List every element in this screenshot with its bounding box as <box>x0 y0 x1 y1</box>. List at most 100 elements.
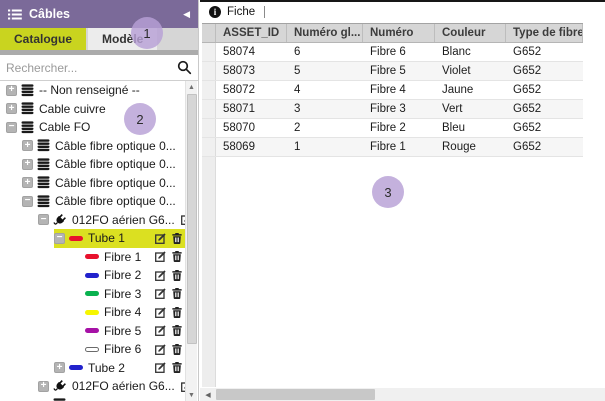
tree-item-012fo-a-rien-g6[interactable]: −012FO aérien G6... <box>38 211 185 230</box>
edit-button[interactable] <box>155 251 166 262</box>
fibre-color-icon <box>85 254 99 259</box>
tree-item-c-ble-fibre-optique-0[interactable]: +Câble fibre optique 0... <box>22 174 185 193</box>
expand-plus-icon[interactable]: + <box>22 140 33 151</box>
expand-plus-icon[interactable]: + <box>38 381 49 392</box>
delete-button[interactable] <box>172 288 182 299</box>
plug-icon-wrap <box>53 379 67 393</box>
table-row-58073[interactable]: 580735Fibre 5VioletG652 <box>202 62 583 81</box>
tree-item-c-ble-fibre-optique-0[interactable]: +Câble fibre optique 0... <box>22 155 185 174</box>
row-actions <box>149 288 182 299</box>
scroll-down-icon[interactable]: ▼ <box>186 389 197 401</box>
tree-item-c-ble-fibre-optique-0[interactable]: +Câble fibre optique 0... <box>22 137 185 156</box>
edit-button[interactable] <box>155 288 166 299</box>
tree-item-tube-2[interactable]: + Tube 2 <box>54 359 185 378</box>
table-cell: G652 <box>506 119 583 137</box>
table-cell: Vert <box>435 100 506 118</box>
table-row-58072[interactable]: 580724Fibre 4JauneG652 <box>202 81 583 100</box>
table-row-58069[interactable]: 580691Fibre 1RougeG652 <box>202 138 583 157</box>
edit-button[interactable] <box>155 344 166 355</box>
tree-scrollbar-thumb[interactable] <box>187 94 197 344</box>
search-icon[interactable] <box>177 60 192 75</box>
expand-plus-icon[interactable]: + <box>6 103 17 114</box>
edit-button[interactable] <box>155 325 166 336</box>
delete-button[interactable] <box>172 344 182 355</box>
column-header-type-de-fibre[interactable]: Type de fibre <box>506 24 583 42</box>
table-cell: 3 <box>287 100 363 118</box>
collapse-panel-icon[interactable]: ◀ <box>183 9 190 20</box>
table-header-row: ASSET_IDNuméro gl...NuméroCouleurType de… <box>202 23 583 43</box>
tree-item-fibre-6[interactable]: Fibre 6 <box>70 340 185 359</box>
column-header-couleur[interactable]: Couleur <box>435 24 506 42</box>
edit-button[interactable] <box>155 270 166 281</box>
table-cell: Rouge <box>435 138 506 156</box>
scroll-left-icon[interactable]: ◀ <box>202 388 214 401</box>
tree-item-tube-1[interactable]: −Tube 1 <box>54 229 185 248</box>
tab-fiche[interactable]: Fiche <box>227 6 255 18</box>
tree-item-label: Cable cuivre <box>39 102 106 116</box>
collapse-minus-icon[interactable]: − <box>54 233 65 244</box>
delete-button[interactable] <box>172 307 182 318</box>
collapse-minus-icon[interactable]: − <box>22 196 33 207</box>
delete-button[interactable] <box>172 325 182 336</box>
row-actions <box>149 362 182 373</box>
table-row-58070[interactable]: 580702Fibre 2BleuG652 <box>202 119 583 138</box>
table-cell: Fibre 1 <box>363 138 435 156</box>
tree-item-fibre-1[interactable]: Fibre 1 <box>70 248 185 267</box>
tree-item-012fo-a-rien-g6[interactable]: +012FO aérien G6... <box>38 377 185 396</box>
trash-icon <box>172 325 182 336</box>
tree-item-cable-cuivre[interactable]: + Cable cuivre <box>6 100 185 119</box>
tree-item-non-renseign[interactable]: +-- Non renseigné -- <box>6 81 185 100</box>
table-h-scrollbar[interactable]: ◀ <box>200 388 605 401</box>
table-cell: 2 <box>287 119 363 137</box>
fibre-color-icon <box>85 291 99 296</box>
expand-plus-icon[interactable]: + <box>22 159 33 170</box>
expand-plus-icon[interactable]: + <box>6 85 17 96</box>
table-h-scrollbar-thumb[interactable] <box>216 389 375 400</box>
tree-item-label: Tube 2 <box>88 361 125 375</box>
tree-item-fibre-2[interactable]: Fibre 2 <box>70 266 185 285</box>
table-row-58071[interactable]: 580713Fibre 3VertG652 <box>202 100 583 119</box>
delete-button[interactable] <box>172 270 182 281</box>
tree-item-c-ble-fibre-optique-0[interactable]: − Câble fibre optique 0... <box>22 192 185 211</box>
tree-item-label: Fibre 6 <box>104 342 141 356</box>
fibre-color-icon <box>85 310 99 315</box>
tree-item-fibre-4[interactable]: Fibre 4 <box>70 303 185 322</box>
expand-plus-icon[interactable]: + <box>22 177 33 188</box>
stack-icon-wrap <box>21 102 34 115</box>
search-bar <box>0 55 198 81</box>
tree-scrollbar[interactable]: ▲ ▼ <box>185 81 197 401</box>
table-row-58074[interactable]: 580746Fibre 6BlancG652 <box>202 43 583 62</box>
tree-item-label: Câble fibre optique 0... <box>55 194 176 208</box>
column-header-num-ro[interactable]: Numéro <box>363 24 435 42</box>
tree-item-partial[interactable] <box>38 396 185 401</box>
tree-item-label: Fibre 2 <box>104 268 141 282</box>
edit-icon <box>155 307 166 318</box>
delete-button[interactable] <box>172 233 182 244</box>
expand-plus-icon[interactable]: + <box>54 362 65 373</box>
trash-icon <box>172 307 182 318</box>
tree-item-label: 012FO aérien G6... <box>72 379 175 393</box>
tab-separator <box>264 6 265 18</box>
row-actions <box>175 214 185 225</box>
edit-icon <box>155 270 166 281</box>
tree-item-fibre-5[interactable]: Fibre 5 <box>70 322 185 341</box>
tree-item-label: Fibre 5 <box>104 324 141 338</box>
edit-button[interactable] <box>155 307 166 318</box>
search-input[interactable] <box>6 61 177 75</box>
tab-catalogue[interactable]: Catalogue <box>0 28 86 50</box>
row-actions <box>149 344 182 355</box>
edit-button[interactable] <box>155 362 166 373</box>
tree-item-fibre-3[interactable]: Fibre 3 <box>70 285 185 304</box>
collapse-minus-icon[interactable]: − <box>38 214 49 225</box>
edit-button[interactable] <box>155 233 166 244</box>
scroll-up-icon[interactable]: ▲ <box>186 81 197 93</box>
collapse-minus-icon[interactable]: − <box>6 122 17 133</box>
row-actions <box>149 270 182 281</box>
column-header-asset-id[interactable]: ASSET_ID <box>216 24 287 42</box>
column-header-num-ro-gl[interactable]: Numéro gl... <box>287 24 363 42</box>
detail-panel: i Fiche ASSET_IDNuméro gl...NuméroCouleu… <box>200 0 605 401</box>
stack-icon-wrap <box>37 176 50 189</box>
delete-button[interactable] <box>172 251 182 262</box>
delete-button[interactable] <box>172 362 182 373</box>
tree-item-cable-fo[interactable]: −Cable FO <box>6 118 185 137</box>
